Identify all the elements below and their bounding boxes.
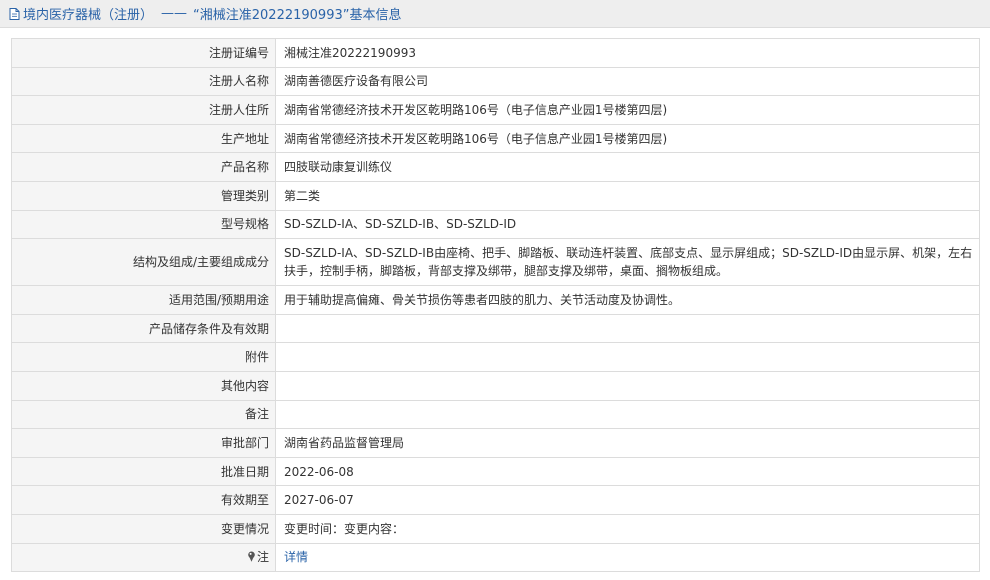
row-value: 四肢联动康复训练仪 [275, 152, 980, 182]
note-label: 注 [256, 550, 269, 565]
row-label: 注册证编号 [11, 38, 276, 68]
table-row: 管理类别 第二类 [11, 180, 980, 211]
info-table: 注册证编号 湘械注准20222190993 注册人名称 湖南善德医疗设备有限公司 注… [11, 38, 980, 573]
table-row: 审批部门 湖南省药品监督管理局 [11, 428, 980, 458]
row-value: 第二类 [275, 180, 980, 211]
table-row: 产品储存条件及有效期 [11, 313, 980, 344]
row-label: 批准日期 [11, 456, 276, 487]
row-label: 附件 [11, 342, 276, 372]
row-label: 注册人名称 [11, 66, 276, 97]
row-label: 其他内容 [11, 370, 276, 401]
table-row: 生产地址 湖南省常德经济技术开发区乾明路106号（电子信息产业园1号楼第四层) [11, 123, 980, 154]
table-row: 注册证编号 湘械注准20222190993 [11, 38, 980, 68]
table-row: 变更情况 变更时间：变更内容： [11, 513, 980, 544]
table-row: 适用范围/预期用途 用于辅助提高偏瘫、骨关节损伤等患者四肢的肌力、关节活动度及协调… [11, 285, 980, 315]
row-value: 2027-06-07 [275, 485, 980, 515]
row-value: 湖南省常德经济技术开发区乾明路106号（电子信息产业园1号楼第四层) [275, 123, 980, 154]
row-value [275, 313, 980, 344]
header-section: 境内医疗器械（注册） [23, 8, 154, 23]
row-value: SD-SZLD-IA、SD-SZLD-IB由座椅、把手、脚踏板、联动连杆装置、底… [275, 238, 980, 287]
note-row: 注 详情 [11, 542, 980, 573]
page-header: 境内医疗器械（注册） —— “湘械注准20222190993”基本信息 [0, 0, 990, 28]
table-row: 注册人住所 湖南省常德经济技术开发区乾明路106号（电子信息产业园1号楼第四层) [11, 95, 980, 125]
document-icon [9, 7, 20, 20]
table-row: 批准日期 2022-06-08 [11, 456, 980, 487]
row-value: 变更时间：变更内容： [275, 513, 980, 544]
row-label: 适用范围/预期用途 [11, 285, 276, 315]
row-value [275, 370, 980, 401]
row-label: 型号规格 [11, 209, 276, 240]
row-label: 产品名称 [11, 152, 276, 182]
row-label: 注册人住所 [11, 95, 276, 125]
table-row: 型号规格 SD-SZLD-IA、SD-SZLD-IB、SD-SZLD-ID [11, 209, 980, 240]
row-label: 备注 [11, 399, 276, 430]
row-label: 生产地址 [11, 123, 276, 154]
row-label: 有效期至 [11, 485, 276, 515]
row-label: 审批部门 [11, 428, 276, 458]
note-value-cell: 详情 [275, 542, 980, 573]
row-label: 管理类别 [11, 180, 276, 211]
table-row: 备注 [11, 399, 980, 430]
row-value: 湖南省常德经济技术开发区乾明路106号（电子信息产业园1号楼第四层) [275, 95, 980, 125]
row-value: 湖南善德医疗设备有限公司 [275, 66, 980, 97]
details-link[interactable]: 详情 [284, 550, 308, 564]
page-title: “湘械注准20222190993”基本信息 [193, 8, 402, 23]
row-label: 产品储存条件及有效期 [11, 313, 276, 344]
row-label: 结构及组成/主要组成成分 [11, 238, 276, 287]
note-label-cell: 注 [11, 542, 276, 573]
row-value: 湖南省药品监督管理局 [275, 428, 980, 458]
row-value: 2022-06-08 [275, 456, 980, 487]
row-value: 湘械注准20222190993 [275, 38, 980, 68]
table-row: 结构及组成/主要组成成分 SD-SZLD-IA、SD-SZLD-IB由座椅、把手、… [11, 238, 980, 287]
row-value: 用于辅助提高偏瘫、骨关节损伤等患者四肢的肌力、关节活动度及协调性。 [275, 285, 980, 315]
table-row: 有效期至 2027-06-07 [11, 485, 980, 515]
pin-icon [248, 551, 255, 563]
row-value: SD-SZLD-IA、SD-SZLD-IB、SD-SZLD-ID [275, 209, 980, 240]
table-row: 其他内容 [11, 370, 980, 401]
table-row: 附件 [11, 342, 980, 372]
row-value [275, 342, 980, 372]
row-value [275, 399, 980, 430]
table-row: 注册人名称 湖南善德医疗设备有限公司 [11, 66, 980, 97]
table-row: 产品名称 四肢联动康复训练仪 [11, 152, 980, 182]
row-label: 变更情况 [11, 513, 276, 544]
header-separator: —— [161, 6, 188, 21]
